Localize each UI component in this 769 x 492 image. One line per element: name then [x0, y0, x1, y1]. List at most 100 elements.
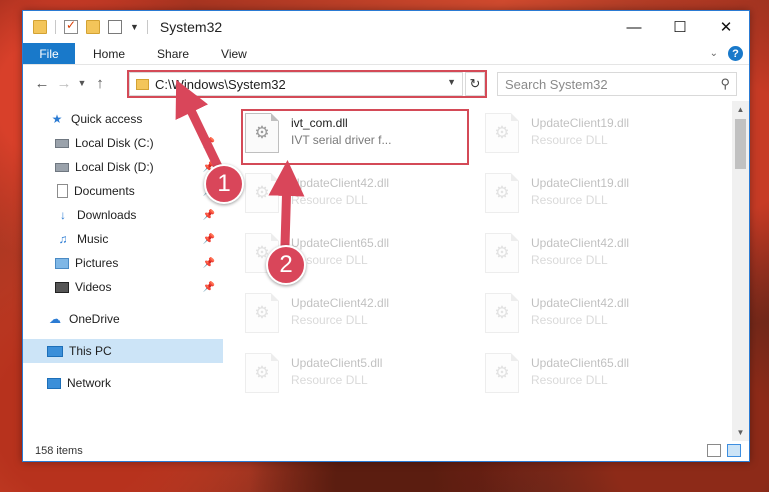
sidebar-item-music[interactable]: ♫ Music 📌	[23, 227, 223, 251]
file-type: Resource DLL	[531, 133, 608, 147]
address-bar-highlight	[127, 70, 487, 98]
sidebar-item-onedrive[interactable]: ☁ OneDrive	[23, 307, 223, 331]
help-icon[interactable]: ?	[728, 46, 743, 61]
sidebar-item-label: Local Disk (C:)	[75, 136, 154, 150]
properties-check-icon[interactable]	[64, 18, 78, 34]
pin-icon[interactable]: 📌	[203, 234, 215, 245]
search-input[interactable]: Search System32 ⚲	[497, 72, 737, 96]
details-view-icon[interactable]	[707, 444, 721, 457]
file-item[interactable]: ⚙ UpdateClient42.dll Resource DLL	[485, 233, 705, 279]
dll-gear-icon: ⚙	[485, 353, 519, 393]
file-name: UpdateClient5.dll	[291, 356, 383, 370]
pc-icon	[47, 345, 63, 357]
file-name: UpdateClient19.dll	[531, 116, 630, 130]
file-type: Resource DLL	[291, 313, 368, 327]
file-item[interactable]: ⚙ UpdateClient42.dll Resource DLL	[485, 293, 705, 339]
dll-gear-icon: ⚙	[485, 173, 519, 213]
file-item[interactable]: ⚙ UpdateClient42.dll Resource DLL	[245, 173, 465, 219]
recent-locations-chevron-icon[interactable]: ▼	[75, 78, 89, 88]
status-bar: 158 items	[23, 441, 749, 461]
dll-gear-icon: ⚙	[245, 173, 279, 213]
sidebar-item-label: Music	[77, 232, 109, 246]
file-item[interactable]: ⚙ UpdateClient65.dll Resource DLL	[485, 353, 705, 399]
maximize-button[interactable]: ☐	[657, 11, 703, 43]
tab-home[interactable]: Home	[79, 43, 139, 64]
view-toggle	[707, 444, 741, 457]
file-item[interactable]: ⚙ UpdateClient19.dll Resource DLL	[485, 173, 705, 219]
tab-view[interactable]: View	[207, 43, 261, 64]
vertical-scrollbar[interactable]: ▲ ▼	[732, 101, 749, 441]
dll-gear-icon: ⚙	[485, 293, 519, 333]
sidebar-item-label: Downloads	[77, 208, 137, 222]
dll-gear-icon: ⚙	[485, 233, 519, 273]
sidebar-item-videos[interactable]: Videos 📌	[23, 275, 223, 299]
large-icons-view-icon[interactable]	[727, 444, 741, 457]
file-name: UpdateClient65.dll	[531, 356, 630, 370]
window-title: System32	[159, 19, 223, 35]
dll-gear-icon: ⚙	[485, 113, 519, 153]
dll-gear-icon: ⚙	[245, 293, 279, 333]
sidebar-item-label: Quick access	[71, 112, 143, 126]
file-name: UpdateClient42.dll	[531, 236, 630, 250]
pin-icon[interactable]: 📌	[203, 210, 215, 221]
file-name: UpdateClient42.dll	[291, 296, 390, 310]
sidebar-item-local-disk-c[interactable]: Local Disk (C:) 📌	[23, 131, 223, 155]
close-button[interactable]: ✕	[703, 11, 749, 43]
file-type: Resource DLL	[531, 313, 608, 327]
pin-icon[interactable]: 📌	[203, 282, 215, 293]
drive-icon	[55, 162, 69, 172]
pin-icon[interactable]: 📌	[203, 258, 215, 269]
sidebar-item-quick-access[interactable]: ★ Quick access	[23, 107, 223, 131]
folder-icon[interactable]	[33, 20, 47, 34]
sidebar-item-documents[interactable]: Documents 📌	[23, 179, 223, 203]
step-1-badge: 1	[204, 164, 244, 204]
expand-ribbon-chevron-icon[interactable]: ⌄	[710, 48, 718, 59]
file-item[interactable]: ⚙ UpdateClient19.dll Resource DLL	[485, 113, 705, 159]
pin-icon[interactable]: 📌	[203, 138, 215, 149]
sidebar-item-this-pc[interactable]: This PC	[23, 339, 223, 363]
file-name: UpdateClient42.dll	[531, 296, 630, 310]
file-item[interactable]: ⚙ UpdateClient42.dll Resource DLL	[245, 293, 465, 339]
new-folder-icon[interactable]	[86, 20, 100, 34]
minimize-button[interactable]: —	[611, 11, 657, 43]
sidebar-item-local-disk-d[interactable]: Local Disk (D:) 📌	[23, 155, 223, 179]
search-icon[interactable]: ⚲	[720, 76, 730, 92]
sidebar-item-label: Videos	[75, 280, 112, 294]
star-icon: ★	[51, 112, 63, 126]
scroll-down-arrow-icon[interactable]: ▼	[732, 424, 749, 441]
window-controls: — ☐ ✕	[611, 11, 749, 43]
properties-icon[interactable]	[108, 20, 122, 34]
documents-icon	[57, 184, 68, 198]
dll-gear-icon: ⚙	[245, 353, 279, 393]
navigation-bar: ← → ▼ ↑ C:\Windows\System32 ▼ ↻ Search S…	[23, 65, 749, 101]
sidebar-item-downloads[interactable]: ↓ Downloads 📌	[23, 203, 223, 227]
forward-arrow-icon[interactable]: →	[53, 75, 75, 92]
file-item[interactable]: ⚙ UpdateClient5.dll Resource DLL	[245, 353, 465, 399]
item-count: 158 items	[35, 445, 83, 457]
file-type: Resource DLL	[531, 373, 608, 387]
back-arrow-icon[interactable]: ←	[31, 75, 53, 92]
customize-toolbar-chevron-icon[interactable]: ▼	[130, 22, 139, 32]
scroll-up-arrow-icon[interactable]: ▲	[732, 101, 749, 118]
tab-share[interactable]: Share	[143, 43, 203, 64]
search-placeholder: Search System32	[505, 76, 608, 92]
sidebar-item-label: This PC	[69, 344, 112, 358]
sidebar-item-label: Pictures	[75, 256, 119, 270]
sidebar-item-label: Local Disk (D:)	[75, 160, 154, 174]
tab-file[interactable]: File	[23, 43, 75, 64]
file-type: Resource DLL	[531, 193, 608, 207]
step-2-badge: 2	[266, 245, 306, 285]
sidebar-item-pictures[interactable]: Pictures 📌	[23, 251, 223, 275]
sidebar-item-label: Documents	[74, 184, 135, 198]
ribbon-right-controls: ⌄ ?	[710, 46, 743, 61]
sidebar-item-network[interactable]: Network	[23, 371, 223, 395]
videos-icon	[55, 281, 69, 293]
scrollbar-thumb[interactable]	[735, 119, 746, 169]
network-icon	[47, 377, 61, 389]
pictures-icon	[55, 257, 69, 269]
up-arrow-icon[interactable]: ↑	[89, 75, 111, 92]
file-name: UpdateClient19.dll	[531, 176, 630, 190]
cloud-icon: ☁	[49, 312, 61, 326]
file-type: Resource DLL	[531, 253, 608, 267]
ribbon-tabs: File Home Share View ⌄ ?	[23, 43, 749, 65]
